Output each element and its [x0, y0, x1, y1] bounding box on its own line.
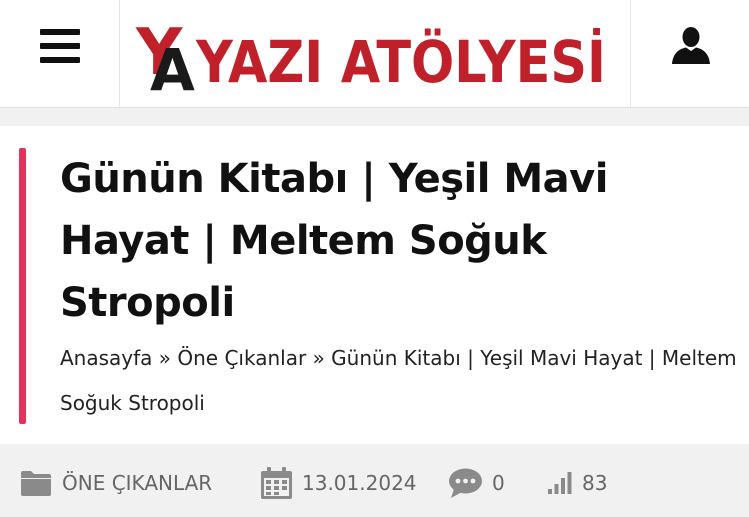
breadcrumb-home-link[interactable]: Anasayfa — [60, 346, 152, 370]
breadcrumb-category-link[interactable]: Öne Çıkanlar — [177, 346, 306, 370]
site-header: Y A YAZI ATÖLYESİ — [0, 0, 749, 108]
svg-text:YAZI ATÖLYESİ: YAZI ATÖLYESİ — [195, 27, 606, 96]
meta-views-count: 83 — [582, 471, 608, 495]
meta-date-value: 13.01.2024 — [302, 471, 417, 495]
user-account-button[interactable] — [632, 0, 749, 107]
comment-icon — [449, 468, 482, 498]
meta-comments[interactable]: 0 — [449, 467, 505, 499]
breadcrumb: Anasayfa » Öne Çıkanlar » Günün Kitabı |… — [60, 336, 740, 426]
meta-category[interactable]: ÖNE ÇIKANLAR — [20, 467, 212, 499]
site-logo[interactable]: Y A YAZI ATÖLYESİ — [120, 0, 631, 107]
meta-category-label: ÖNE ÇIKANLAR — [62, 471, 213, 495]
meta-date: 13.01.2024 — [261, 467, 417, 499]
svg-text:A: A — [150, 36, 195, 98]
logo-icon: Y A YAZI ATÖLYESİ — [135, 16, 606, 98]
article-title: Günün Kitabı | Yeşil Mavi Hayat | Meltem… — [60, 156, 608, 326]
folder-icon — [21, 471, 51, 496]
signal-bars-icon — [548, 472, 572, 494]
meta-views: 83 — [548, 467, 607, 499]
meta-comments-count: 0 — [492, 471, 505, 495]
breadcrumb-separator: » — [158, 346, 172, 370]
article-title-card: Günün Kitabı | Yeşil Mavi Hayat | Meltem… — [0, 126, 749, 444]
calendar-icon — [261, 467, 292, 499]
title-accent-bar — [19, 148, 26, 424]
menu-button[interactable] — [0, 0, 120, 107]
user-icon — [672, 27, 710, 64]
article-meta-bar: ÖNE ÇIKANLAR 13.01.2024 0 83 — [0, 449, 749, 517]
breadcrumb-separator: » — [312, 346, 325, 370]
